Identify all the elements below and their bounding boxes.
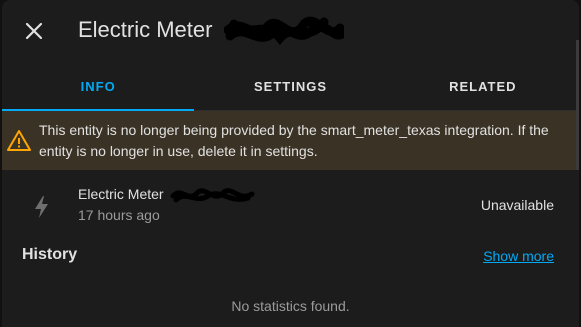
redaction-scribble bbox=[170, 188, 255, 203]
entity-last-changed: 17 hours ago bbox=[78, 207, 160, 223]
warning-text: This entity is no longer being provided … bbox=[39, 121, 549, 159]
close-icon bbox=[25, 22, 43, 40]
close-button[interactable] bbox=[18, 15, 50, 47]
dialog-title: Electric Meter bbox=[78, 17, 213, 42]
tab-settings[interactable]: SETTINGS bbox=[194, 62, 386, 110]
warning-alert: This entity is no longer being provided … bbox=[2, 111, 579, 170]
tab-bar: INFO SETTINGS RELATED bbox=[2, 62, 579, 111]
dialog-header: Electric Meter bbox=[2, 0, 579, 62]
history-heading: History bbox=[22, 246, 78, 263]
show-more-link[interactable]: Show more bbox=[483, 248, 554, 264]
tab-related[interactable]: RELATED bbox=[387, 62, 579, 110]
tab-info[interactable]: INFO bbox=[2, 62, 195, 111]
lightning-bolt-icon bbox=[35, 196, 48, 218]
scrollbar[interactable] bbox=[576, 40, 579, 170]
redaction-scribble bbox=[224, 16, 344, 46]
alert-triangle-icon bbox=[7, 129, 31, 151]
empty-state-text: No statistics found. bbox=[231, 298, 350, 314]
entity-name: Electric Meter bbox=[78, 186, 164, 202]
entity-row[interactable]: Electric Meter 17 hours ago Unavailable bbox=[2, 180, 579, 230]
entity-state: Unavailable bbox=[480, 197, 554, 213]
more-info-dialog: Electric Meter INFO SETTINGS RELATED Thi… bbox=[2, 0, 579, 327]
